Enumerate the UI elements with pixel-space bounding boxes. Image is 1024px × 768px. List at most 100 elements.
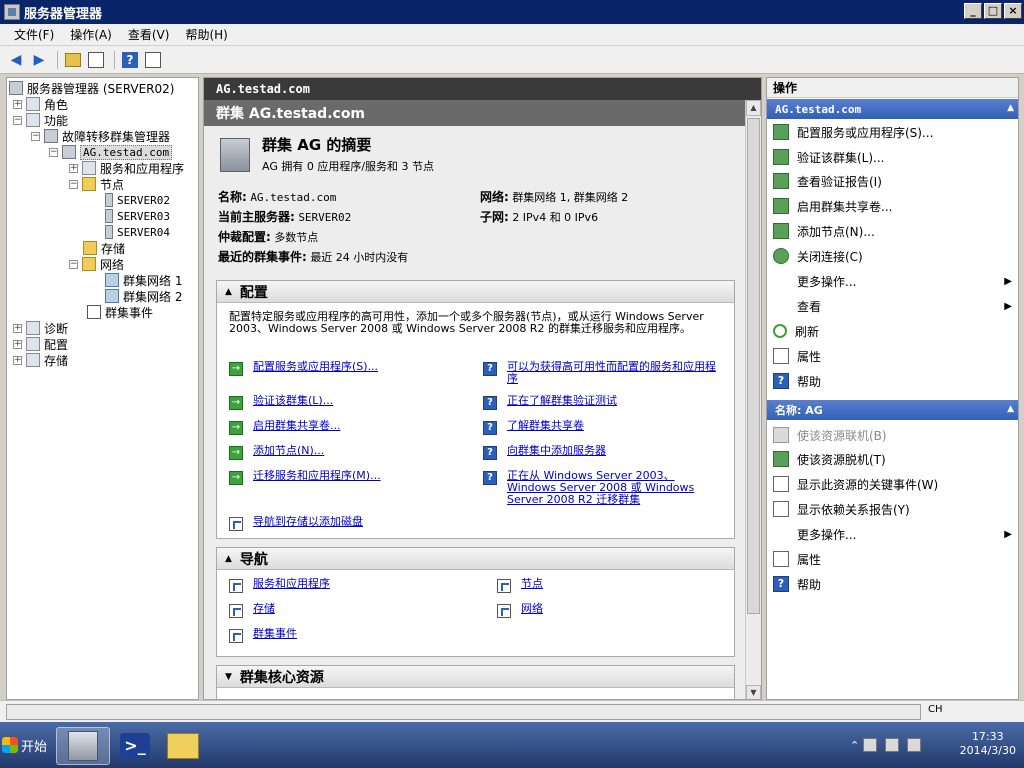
tree-item-cluster[interactable]: − AG.testad.com <box>49 144 173 160</box>
action-view-report[interactable]: 查看验证报告(I) <box>767 169 1018 193</box>
nav-link-row[interactable]: 存储 <box>229 603 275 618</box>
config-link-row[interactable]: → 迁移服务和应用程序(M)... <box>229 470 469 485</box>
help-link-row[interactable]: ? 正在从 Windows Server 2003、Windows Server … <box>483 470 723 506</box>
action-view[interactable]: 查看 ▶ <box>767 294 1018 318</box>
core-section-header[interactable]: ▼ 群集核心资源 <box>217 666 734 688</box>
taskbar-explorer[interactable] <box>156 727 210 765</box>
nav-services-link[interactable]: 服务和应用程序 <box>253 578 330 590</box>
nav-nodes-link[interactable]: 节点 <box>521 578 543 590</box>
tree-item-storage[interactable]: 存储 <box>83 240 125 256</box>
action-properties[interactable]: 属性 <box>767 344 1018 368</box>
menu-action[interactable]: 操作(A) <box>62 26 120 43</box>
tree-item-networks[interactable]: − 网络 <box>69 256 124 272</box>
action-add-node[interactable]: 添加节点(N)... <box>767 219 1018 243</box>
tree-item-network[interactable]: 群集网络 2 <box>105 288 182 304</box>
collapse-icon[interactable]: − <box>49 147 58 157</box>
actions-group-name[interactable]: 名称: AG ▲ <box>767 400 1018 420</box>
learn-csv-link[interactable]: 了解群集共享卷 <box>507 420 584 432</box>
validate-cluster-link[interactable]: 验证该群集(L)... <box>253 395 333 407</box>
maximize-button[interactable]: □ <box>984 3 1002 19</box>
expand-icon[interactable]: + <box>13 355 22 365</box>
action-critical-events[interactable]: 显示此资源的关键事件(W) <box>767 472 1018 496</box>
nav-section-header[interactable]: ▲ 导航 <box>217 548 734 570</box>
migrate-services-link[interactable]: 迁移服务和应用程序(M)... <box>253 470 381 482</box>
action-more-actions[interactable]: 更多操作... ▶ <box>767 269 1018 293</box>
collapse-icon[interactable]: − <box>69 179 78 189</box>
scroll-down-icon[interactable]: ▼ <box>746 685 761 699</box>
language-indicator[interactable]: CH <box>928 704 943 715</box>
config-section-header[interactable]: ▲ 配置 <box>217 281 734 303</box>
minimize-button[interactable]: _ <box>964 3 982 19</box>
tree-item-services[interactable]: + 服务和应用程序 <box>69 160 184 176</box>
menu-file[interactable]: 文件(F) <box>6 26 62 43</box>
config-link-row[interactable]: → 启用群集共享卷... <box>229 420 469 435</box>
config-link-row[interactable]: → 添加节点(N)... <box>229 445 469 460</box>
help-link-row[interactable]: ? 向群集中添加服务器 <box>483 445 723 460</box>
migrate-cluster-link[interactable]: 正在从 Windows Server 2003、Windows Server 2… <box>507 470 723 506</box>
action-refresh[interactable]: 刷新 <box>767 319 1018 343</box>
action-take-offline[interactable]: 使该资源脱机(T) <box>767 447 1018 471</box>
action-validate[interactable]: 验证该群集(L)... <box>767 145 1018 169</box>
action-close-connection[interactable]: 关闭连接(C) <box>767 244 1018 268</box>
action-bring-online[interactable]: 使该资源联机(B) <box>767 423 1018 447</box>
back-icon[interactable]: ◀ <box>6 50 26 70</box>
actions-group-cluster[interactable]: AG.testad.com ▲ <box>767 99 1018 119</box>
nav-link-row[interactable]: 服务和应用程序 <box>229 578 330 593</box>
show-hidden-icons-icon[interactable]: ⌃ <box>850 739 859 752</box>
menu-help[interactable]: 帮助(H) <box>177 26 235 43</box>
nav-events-link[interactable]: 群集事件 <box>253 628 297 640</box>
action-help-2[interactable]: ? 帮助 <box>767 572 1018 596</box>
show-action-pane-icon[interactable] <box>143 50 163 70</box>
storage-link-row[interactable]: 导航到存储以添加磁盘 <box>229 516 529 531</box>
up-folder-icon[interactable] <box>63 50 83 70</box>
close-button[interactable]: × <box>1004 3 1022 19</box>
action-help[interactable]: ? 帮助 <box>767 369 1018 393</box>
navigate-storage-link[interactable]: 导航到存储以添加磁盘 <box>253 516 363 528</box>
help-link-row[interactable]: ? 了解群集共享卷 <box>483 420 723 435</box>
config-link-row[interactable]: → 验证该群集(L)... <box>229 395 469 410</box>
expand-icon[interactable]: + <box>13 339 22 349</box>
tree-item-events[interactable]: 群集事件 <box>87 304 153 320</box>
action-configure-service[interactable]: 配置服务或应用程序(S)... <box>767 120 1018 144</box>
tree-item-node[interactable]: SERVER02 <box>105 192 170 208</box>
tree-item-diagnostics[interactable]: + 诊断 <box>13 320 68 336</box>
configure-service-link[interactable]: 配置服务或应用程序(S)... <box>253 361 378 373</box>
tree-item-nodes[interactable]: − 节点 <box>69 176 124 192</box>
scroll-thumb[interactable] <box>747 118 760 614</box>
menu-view[interactable]: 查看(V) <box>120 26 178 43</box>
start-button[interactable]: 开始 <box>2 732 50 758</box>
tree-item-roles[interactable]: + 角色 <box>13 96 68 112</box>
action-dependency-report[interactable]: 显示依赖关系报告(Y) <box>767 497 1018 521</box>
nav-link-row[interactable]: 节点 <box>497 578 543 593</box>
collapse-icon[interactable]: − <box>31 131 40 141</box>
nav-link-row[interactable]: 网络 <box>497 603 543 618</box>
expand-icon[interactable]: + <box>69 163 78 173</box>
tree-item-features[interactable]: − 功能 <box>13 112 68 128</box>
validation-tests-link[interactable]: 正在了解群集验证测试 <box>507 395 617 407</box>
collapse-icon[interactable]: − <box>13 115 22 125</box>
expand-icon[interactable]: + <box>13 99 22 109</box>
nav-link-row[interactable]: 群集事件 <box>229 628 297 643</box>
taskbar-powershell[interactable]: >_ <box>108 727 162 765</box>
clock[interactable]: 17:33 2014/3/30 <box>960 730 1016 758</box>
tree-item-fcm[interactable]: − 故障转移群集管理器 <box>31 128 170 144</box>
tree-item-storage-root[interactable]: + 存储 <box>13 352 68 368</box>
help-icon[interactable]: ? <box>120 50 140 70</box>
volume-icon[interactable] <box>907 738 922 752</box>
action-center-flag-icon[interactable] <box>863 738 878 752</box>
help-link-row[interactable]: ? 可以为获得高可用性而配置的服务和应用程序 <box>483 361 723 385</box>
network-icon[interactable] <box>885 738 900 752</box>
tree-item-node[interactable]: SERVER04 <box>105 224 170 240</box>
collapse-icon[interactable]: − <box>69 259 78 269</box>
expand-icon[interactable]: + <box>13 323 22 333</box>
tree-item-network[interactable]: 群集网络 1 <box>105 272 182 288</box>
enable-csv-link[interactable]: 启用群集共享卷... <box>253 420 341 432</box>
action-properties-2[interactable]: 属性 <box>767 547 1018 571</box>
config-link-row[interactable]: → 配置服务或应用程序(S)... <box>229 361 469 376</box>
center-scrollbar[interactable]: ▲ ▼ <box>745 100 761 699</box>
action-enable-csv[interactable]: 启用群集共享卷... <box>767 194 1018 218</box>
help-link-row[interactable]: ? 正在了解群集验证测试 <box>483 395 723 410</box>
show-tree-icon[interactable] <box>86 50 106 70</box>
tree-item-config[interactable]: + 配置 <box>13 336 68 352</box>
add-server-link[interactable]: 向群集中添加服务器 <box>507 445 606 457</box>
